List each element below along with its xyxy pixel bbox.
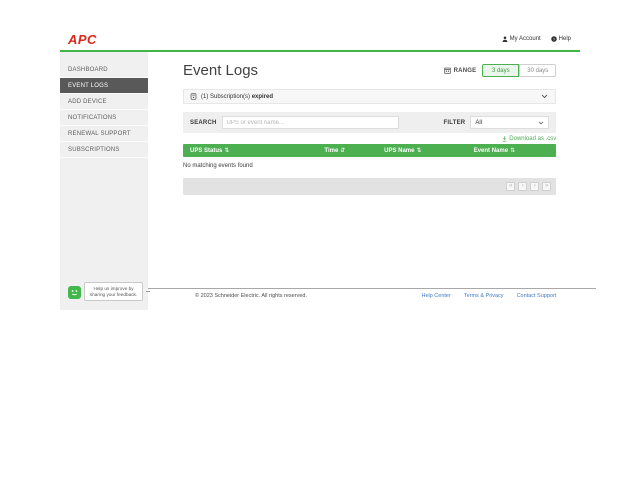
search-input[interactable] <box>222 116 399 129</box>
download-csv-link[interactable]: Download as .csv <box>502 136 556 142</box>
search-filter-bar: SEARCH FILTER All <box>183 112 556 133</box>
sidebar-item-subscriptions[interactable]: SUBSCRIPTIONS <box>60 142 148 158</box>
ups-device-icon <box>190 93 197 100</box>
sidebar-item-notifications[interactable]: NOTIFICATIONS <box>60 110 148 126</box>
range-30-days-button[interactable]: 30 days <box>519 64 556 77</box>
page-footer: © 2023 Schneider Electric. All rights re… <box>148 288 596 299</box>
pagination-last-button[interactable]: » <box>542 182 551 191</box>
column-ups-name[interactable]: UPS Name⇅ <box>377 147 467 154</box>
empty-table-message: No matching events found <box>183 163 556 169</box>
range-3-days-button[interactable]: 3 days <box>482 64 519 77</box>
contact-support-link[interactable]: Contact Support <box>517 293 557 299</box>
column-time[interactable]: Time⇵ <box>317 147 377 154</box>
copyright-text: © 2023 Schneider Electric. All rights re… <box>195 293 307 299</box>
terms-privacy-link[interactable]: Terms & Privacy <box>464 293 504 299</box>
smiley-face-icon <box>68 286 81 299</box>
sort-icon: ⇅ <box>224 148 229 154</box>
sidebar-item-renewal-support[interactable]: RENEWAL SUPPORT <box>60 126 148 142</box>
app-window: APC My Account ? Help DASHBOARD EVENT LO… <box>60 28 580 310</box>
my-account-button[interactable]: My Account <box>502 36 541 42</box>
subscription-expired-text: (1) Subscription(s) expired <box>201 94 273 100</box>
pagination-prev-button[interactable]: ‹ <box>518 182 527 191</box>
search-label: SEARCH <box>190 120 217 126</box>
filter-selected-value: All <box>475 120 482 126</box>
chevron-down-icon[interactable] <box>541 94 548 99</box>
help-icon: ? <box>551 36 557 42</box>
sidebar-nav: DASHBOARD EVENT LOGS ADD DEVICE NOTIFICA… <box>60 52 148 310</box>
column-event-name[interactable]: Event Name⇅ <box>467 147 557 154</box>
pagination-bar: « ‹ › » <box>183 178 556 195</box>
events-table-header: UPS Status⇅ Time⇵ UPS Name⇅ Event Name⇅ <box>183 144 556 157</box>
sort-icon: ⇅ <box>416 148 421 154</box>
subscription-expired-banner[interactable]: (1) Subscription(s) expired <box>183 89 556 104</box>
help-center-link[interactable]: Help Center <box>421 293 450 299</box>
date-range-icon <box>444 67 451 74</box>
select-chevron-down-icon <box>538 121 544 125</box>
sort-icon: ⇅ <box>510 148 515 154</box>
feedback-button[interactable] <box>68 286 81 299</box>
filter-select[interactable]: All <box>470 116 549 129</box>
apc-logo: APC <box>68 32 97 47</box>
sidebar-item-add-device[interactable]: ADD DEVICE <box>60 94 148 110</box>
main-content: Event Logs RANGE 3 days 30 days (1) Subs… <box>148 52 596 310</box>
filter-label: FILTER <box>444 120 466 126</box>
top-header: APC My Account ? Help <box>60 28 580 50</box>
help-label: Help <box>559 36 571 42</box>
my-account-label: My Account <box>510 36 541 42</box>
sidebar-item-event-logs[interactable]: EVENT LOGS <box>60 78 148 94</box>
person-icon <box>502 36 508 42</box>
range-label: RANGE <box>454 68 477 74</box>
feedback-tooltip-pointer <box>146 291 150 292</box>
range-control: RANGE 3 days 30 days <box>444 64 557 77</box>
pagination-first-button[interactable]: « <box>506 182 515 191</box>
sidebar-item-dashboard[interactable]: DASHBOARD <box>60 62 148 78</box>
help-button[interactable]: ? Help <box>551 36 571 42</box>
sort-icon: ⇵ <box>340 148 345 154</box>
download-icon <box>502 136 507 142</box>
pagination-next-button[interactable]: › <box>530 182 539 191</box>
column-ups-status[interactable]: UPS Status⇅ <box>183 147 317 154</box>
page-title: Event Logs <box>183 62 258 79</box>
feedback-tooltip: Help us improve by sharing your feedback… <box>84 282 143 301</box>
